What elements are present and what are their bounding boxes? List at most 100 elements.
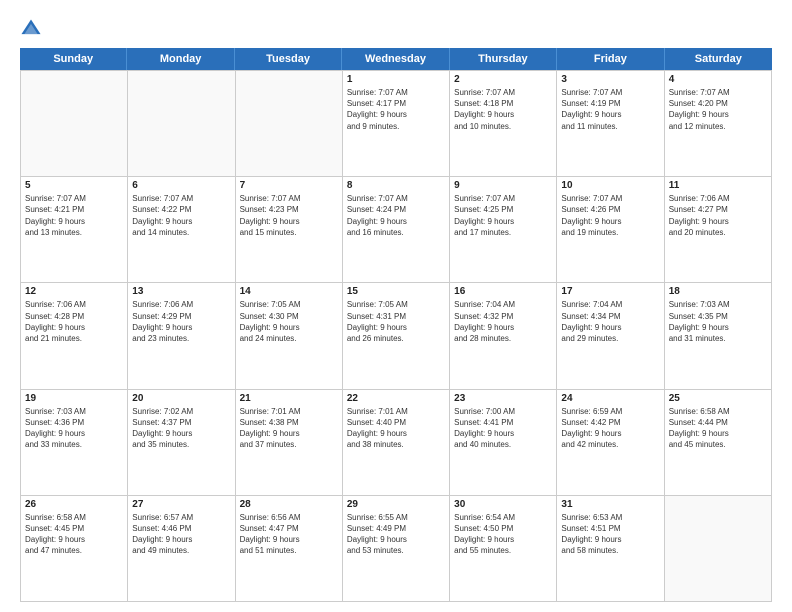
day-info: Sunrise: 6:58 AM Sunset: 4:44 PM Dayligh… <box>669 406 767 451</box>
calendar-cell: 6 Sunrise: 7:07 AM Sunset: 4:22 PM Daylig… <box>128 177 235 283</box>
day-info: Sunrise: 7:05 AM Sunset: 4:31 PM Dayligh… <box>347 299 445 344</box>
day-number: 6 <box>132 180 230 191</box>
day-info: Sunrise: 6:58 AM Sunset: 4:45 PM Dayligh… <box>25 512 123 557</box>
calendar-cell: 29 Sunrise: 6:55 AM Sunset: 4:49 PM Dayli… <box>343 496 450 602</box>
day-info: Sunrise: 7:05 AM Sunset: 4:30 PM Dayligh… <box>240 299 338 344</box>
calendar-cell: 12 Sunrise: 7:06 AM Sunset: 4:28 PM Dayli… <box>21 283 128 389</box>
day-info: Sunrise: 7:04 AM Sunset: 4:32 PM Dayligh… <box>454 299 552 344</box>
calendar-cell: 9Sunrise: 7:07 AM Sunset: 4:25 PM Daylig… <box>450 177 557 283</box>
calendar-cell: 25 Sunrise: 6:58 AM Sunset: 4:44 PM Dayli… <box>665 390 772 496</box>
weekday-header: Sunday <box>20 48 127 70</box>
calendar-cell <box>21 71 128 177</box>
day-number: 31 <box>561 499 659 510</box>
day-info: Sunrise: 7:07 AM Sunset: 4:22 PM Dayligh… <box>132 193 230 238</box>
calendar-cell: 23 Sunrise: 7:00 AM Sunset: 4:41 PM Dayli… <box>450 390 557 496</box>
logo <box>20 18 46 40</box>
day-info: Sunrise: 7:07 AM Sunset: 4:25 PM Dayligh… <box>454 193 552 238</box>
day-info: Sunrise: 7:07 AM Sunset: 4:19 PM Dayligh… <box>561 87 659 132</box>
calendar-cell: 27Sunrise: 6:57 AM Sunset: 4:46 PM Dayli… <box>128 496 235 602</box>
page: SundayMondayTuesdayWednesdayThursdayFrid… <box>0 0 792 612</box>
day-number: 19 <box>25 393 123 404</box>
calendar-cell: 26 Sunrise: 6:58 AM Sunset: 4:45 PM Dayli… <box>21 496 128 602</box>
day-number: 14 <box>240 286 338 297</box>
day-info: Sunrise: 7:07 AM Sunset: 4:20 PM Dayligh… <box>669 87 767 132</box>
calendar-cell: 16Sunrise: 7:04 AM Sunset: 4:32 PM Dayli… <box>450 283 557 389</box>
calendar-body: 1 Sunrise: 7:07 AM Sunset: 4:17 PM Daylig… <box>20 70 772 602</box>
day-number: 7 <box>240 180 338 191</box>
day-number: 29 <box>347 499 445 510</box>
day-info: Sunrise: 6:55 AM Sunset: 4:49 PM Dayligh… <box>347 512 445 557</box>
day-info: Sunrise: 6:56 AM Sunset: 4:47 PM Dayligh… <box>240 512 338 557</box>
day-info: Sunrise: 7:06 AM Sunset: 4:29 PM Dayligh… <box>132 299 230 344</box>
day-number: 5 <box>25 180 123 191</box>
day-number: 20 <box>132 393 230 404</box>
calendar-cell: 15 Sunrise: 7:05 AM Sunset: 4:31 PM Dayli… <box>343 283 450 389</box>
day-number: 1 <box>347 74 445 85</box>
calendar-header: SundayMondayTuesdayWednesdayThursdayFrid… <box>20 48 772 70</box>
day-number: 23 <box>454 393 552 404</box>
day-info: Sunrise: 7:01 AM Sunset: 4:40 PM Dayligh… <box>347 406 445 451</box>
day-number: 8 <box>347 180 445 191</box>
day-info: Sunrise: 7:01 AM Sunset: 4:38 PM Dayligh… <box>240 406 338 451</box>
day-info: Sunrise: 7:07 AM Sunset: 4:24 PM Dayligh… <box>347 193 445 238</box>
weekday-header: Monday <box>127 48 234 70</box>
day-info: Sunrise: 7:07 AM Sunset: 4:17 PM Dayligh… <box>347 87 445 132</box>
day-number: 26 <box>25 499 123 510</box>
day-info: Sunrise: 7:03 AM Sunset: 4:35 PM Dayligh… <box>669 299 767 344</box>
day-number: 2 <box>454 74 552 85</box>
calendar-cell: 28 Sunrise: 6:56 AM Sunset: 4:47 PM Dayli… <box>236 496 343 602</box>
day-info: Sunrise: 6:54 AM Sunset: 4:50 PM Dayligh… <box>454 512 552 557</box>
day-info: Sunrise: 7:00 AM Sunset: 4:41 PM Dayligh… <box>454 406 552 451</box>
day-number: 15 <box>347 286 445 297</box>
calendar-cell: 20 Sunrise: 7:02 AM Sunset: 4:37 PM Dayli… <box>128 390 235 496</box>
day-info: Sunrise: 6:53 AM Sunset: 4:51 PM Dayligh… <box>561 512 659 557</box>
day-info: Sunrise: 7:07 AM Sunset: 4:26 PM Dayligh… <box>561 193 659 238</box>
weekday-header: Saturday <box>665 48 772 70</box>
weekday-header: Friday <box>557 48 664 70</box>
calendar-cell: 14 Sunrise: 7:05 AM Sunset: 4:30 PM Dayli… <box>236 283 343 389</box>
calendar-cell: 18 Sunrise: 7:03 AM Sunset: 4:35 PM Dayli… <box>665 283 772 389</box>
calendar-cell: 5 Sunrise: 7:07 AM Sunset: 4:21 PM Daylig… <box>21 177 128 283</box>
calendar-cell <box>236 71 343 177</box>
weekday-header: Thursday <box>450 48 557 70</box>
day-number: 3 <box>561 74 659 85</box>
day-number: 17 <box>561 286 659 297</box>
day-info: Sunrise: 7:04 AM Sunset: 4:34 PM Dayligh… <box>561 299 659 344</box>
calendar-cell: 22 Sunrise: 7:01 AM Sunset: 4:40 PM Dayli… <box>343 390 450 496</box>
calendar-cell: 1 Sunrise: 7:07 AM Sunset: 4:17 PM Daylig… <box>343 71 450 177</box>
day-number: 13 <box>132 286 230 297</box>
calendar-cell: 10 Sunrise: 7:07 AM Sunset: 4:26 PM Dayli… <box>557 177 664 283</box>
day-info: Sunrise: 7:07 AM Sunset: 4:23 PM Dayligh… <box>240 193 338 238</box>
calendar-cell: 24Sunrise: 6:59 AM Sunset: 4:42 PM Dayli… <box>557 390 664 496</box>
day-number: 21 <box>240 393 338 404</box>
calendar-cell: 8 Sunrise: 7:07 AM Sunset: 4:24 PM Daylig… <box>343 177 450 283</box>
day-number: 22 <box>347 393 445 404</box>
calendar-cell: 7 Sunrise: 7:07 AM Sunset: 4:23 PM Daylig… <box>236 177 343 283</box>
day-info: Sunrise: 7:06 AM Sunset: 4:27 PM Dayligh… <box>669 193 767 238</box>
calendar-cell: 11 Sunrise: 7:06 AM Sunset: 4:27 PM Dayli… <box>665 177 772 283</box>
day-number: 28 <box>240 499 338 510</box>
day-number: 11 <box>669 180 767 191</box>
calendar-cell: 17 Sunrise: 7:04 AM Sunset: 4:34 PM Dayli… <box>557 283 664 389</box>
weekday-header: Wednesday <box>342 48 449 70</box>
weekday-header: Tuesday <box>235 48 342 70</box>
day-number: 18 <box>669 286 767 297</box>
day-number: 4 <box>669 74 767 85</box>
day-info: Sunrise: 7:06 AM Sunset: 4:28 PM Dayligh… <box>25 299 123 344</box>
logo-icon <box>20 18 42 40</box>
calendar-cell: 13 Sunrise: 7:06 AM Sunset: 4:29 PM Dayli… <box>128 283 235 389</box>
calendar-cell: 19 Sunrise: 7:03 AM Sunset: 4:36 PM Dayli… <box>21 390 128 496</box>
day-info: Sunrise: 7:03 AM Sunset: 4:36 PM Dayligh… <box>25 406 123 451</box>
calendar-cell: 31 Sunrise: 6:53 AM Sunset: 4:51 PM Dayli… <box>557 496 664 602</box>
day-info: Sunrise: 6:59 AM Sunset: 4:42 PM Dayligh… <box>561 406 659 451</box>
day-info: Sunrise: 7:07 AM Sunset: 4:18 PM Dayligh… <box>454 87 552 132</box>
day-number: 25 <box>669 393 767 404</box>
day-number: 12 <box>25 286 123 297</box>
day-number: 10 <box>561 180 659 191</box>
day-info: Sunrise: 7:02 AM Sunset: 4:37 PM Dayligh… <box>132 406 230 451</box>
day-info: Sunrise: 7:07 AM Sunset: 4:21 PM Dayligh… <box>25 193 123 238</box>
calendar-cell: 2 Sunrise: 7:07 AM Sunset: 4:18 PM Daylig… <box>450 71 557 177</box>
calendar-cell: 3 Sunrise: 7:07 AM Sunset: 4:19 PM Daylig… <box>557 71 664 177</box>
calendar-cell: 21 Sunrise: 7:01 AM Sunset: 4:38 PM Dayli… <box>236 390 343 496</box>
calendar-cell <box>665 496 772 602</box>
